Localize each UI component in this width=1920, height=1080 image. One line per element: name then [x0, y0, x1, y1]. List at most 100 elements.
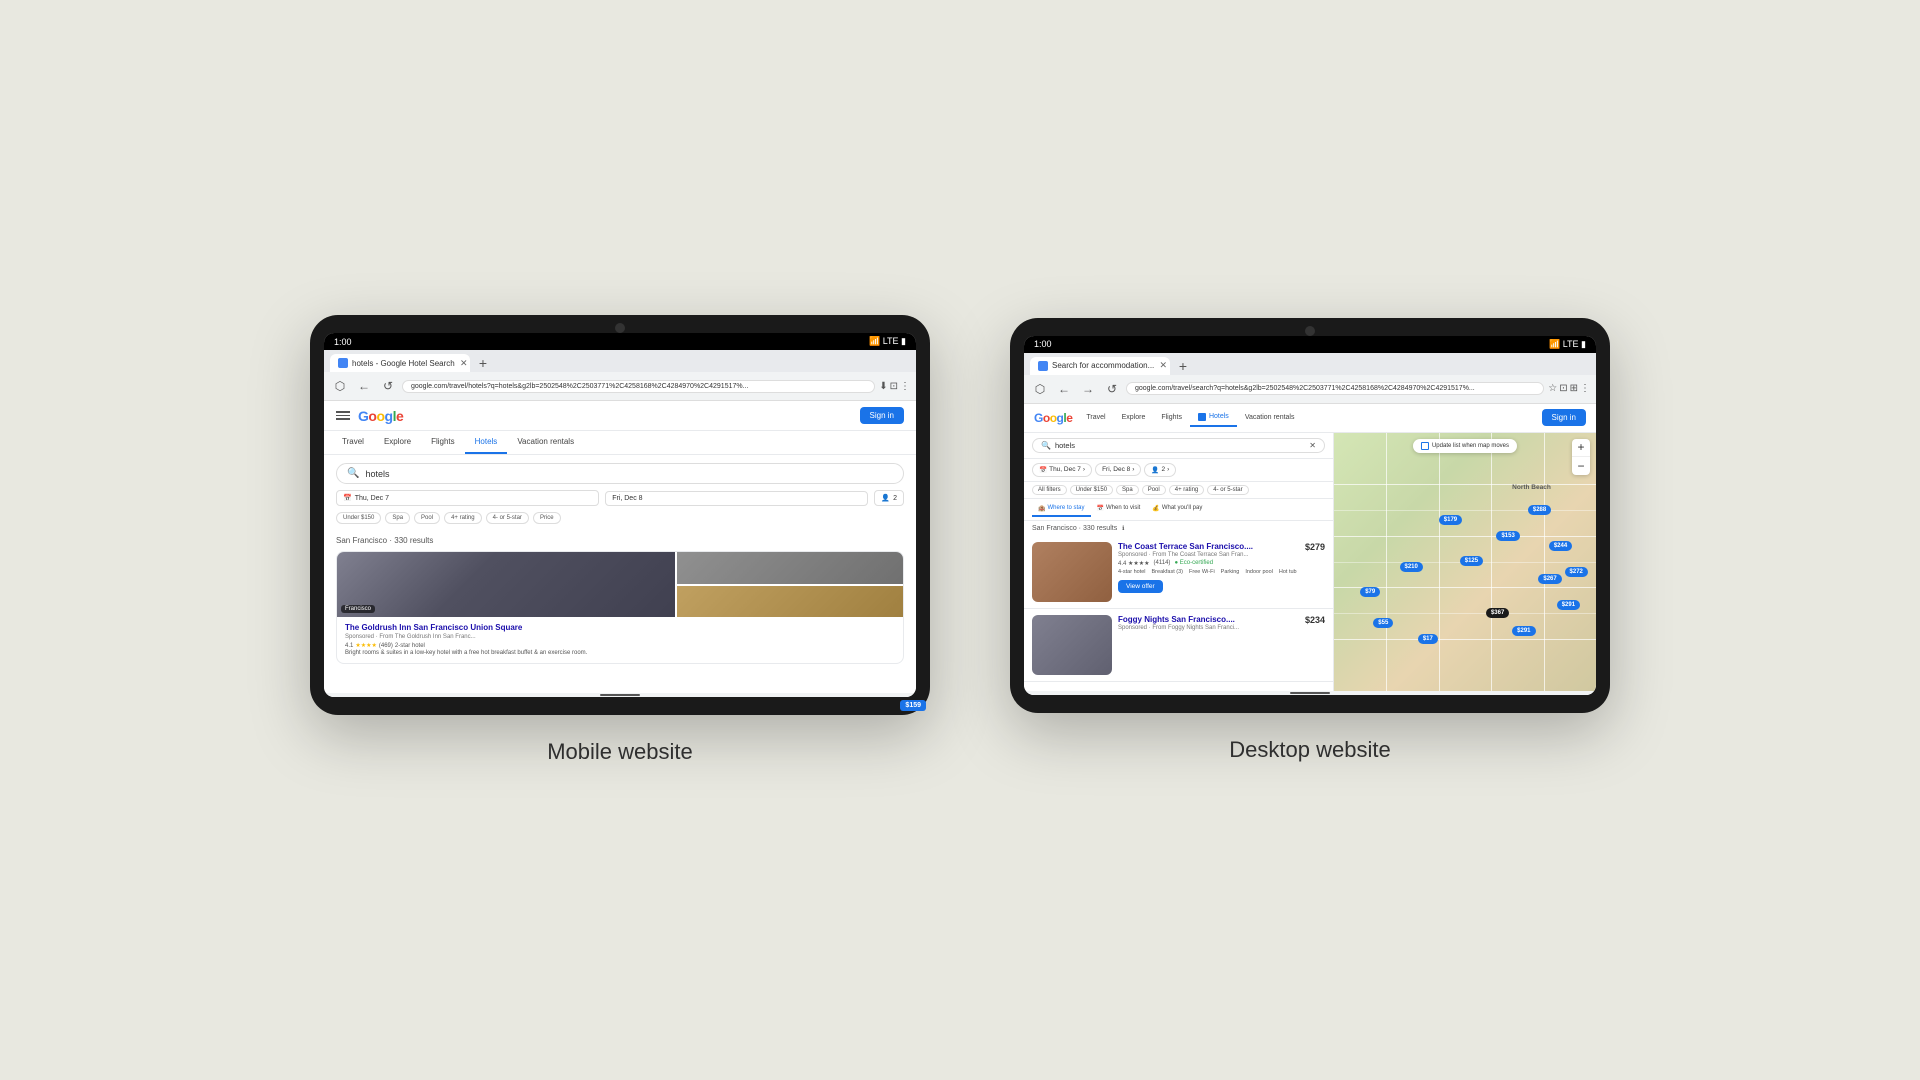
mobile-city-label: Francisco: [341, 605, 375, 613]
map-update-bar[interactable]: Update list when map moves: [1413, 439, 1517, 453]
mobile-nav-back[interactable]: ⬡: [330, 376, 350, 396]
desktop-search-bar[interactable]: 🔍 hotels ✕: [1032, 438, 1325, 453]
desktop-hotel-eco-1: ● Eco-certified: [1174, 560, 1213, 567]
desktop-guests-chevron: ›: [1167, 466, 1169, 473]
map-update-text: Update list when map moves: [1432, 443, 1509, 449]
mobile-tab-vacation[interactable]: Vacation rentals: [507, 431, 584, 454]
desktop-clear-icon[interactable]: ✕: [1309, 441, 1316, 450]
desktop-filter-all[interactable]: All filters: [1032, 485, 1067, 495]
mobile-date-to[interactable]: Fri, Dec 8: [605, 491, 868, 506]
mobile-nav-tabs: Travel Explore Flights Hotels Vacation r…: [324, 431, 916, 455]
map-pin-55[interactable]: $55: [1373, 618, 1393, 628]
map-pin-153[interactable]: $153: [1496, 531, 1519, 541]
map-pin-125[interactable]: $125: [1460, 556, 1483, 566]
desktop-tab-travel[interactable]: Travel: [1078, 409, 1113, 427]
desktop-where-stay[interactable]: 🏨 Where to stay: [1032, 502, 1091, 517]
mobile-date-from[interactable]: 📅 Thu, Dec 7: [336, 490, 599, 506]
map-pin-17[interactable]: $17: [1418, 634, 1438, 644]
desktop-what-pay[interactable]: 💰 What you'll pay: [1146, 502, 1208, 517]
desktop-new-tab[interactable]: +: [1174, 357, 1192, 375]
mobile-search-input-bar[interactable]: 🔍 hotels: [336, 463, 904, 484]
desktop-results-text: San Francisco · 330 results: [1032, 525, 1117, 532]
desktop-cal-icon-from: 📅: [1039, 466, 1047, 474]
desktop-bed-icon: 🏨: [1038, 505, 1045, 512]
mobile-signal: 📶 LTE ▮: [869, 336, 906, 347]
desktop-filter-pool[interactable]: Pool: [1142, 485, 1166, 495]
mobile-sign-in-button[interactable]: Sign in: [860, 407, 904, 424]
map-pin-267[interactable]: $267: [1538, 574, 1561, 584]
desktop-guests-icon: 👤: [1151, 466, 1159, 474]
desktop-active-tab[interactable]: Search for accommodation... ✕: [1030, 357, 1170, 375]
mobile-guests-btn[interactable]: 👤 2: [874, 490, 904, 506]
mobile-tablet-frame: 1:00 📶 LTE ▮ hotels - Google Hotel Searc…: [310, 315, 930, 715]
mobile-tab-travel[interactable]: Travel: [332, 431, 374, 454]
mobile-filter-spa[interactable]: Spa: [385, 512, 410, 524]
mobile-filter-price2[interactable]: Price: [533, 512, 561, 524]
mobile-filter-rating[interactable]: 4+ rating: [444, 512, 482, 524]
desktop-nav-refresh[interactable]: ↺: [1102, 379, 1122, 399]
desktop-when-visit[interactable]: 📅 When to visit: [1091, 502, 1147, 517]
mobile-hamburger-menu[interactable]: [336, 411, 350, 420]
desktop-nav-forward[interactable]: →: [1078, 379, 1098, 399]
desktop-google-logo: Google: [1034, 411, 1072, 425]
mobile-hotel-name[interactable]: The Goldrush Inn San Francisco Union Squ…: [345, 623, 895, 632]
mobile-results-section: San Francisco · 330 results Francisco: [324, 532, 916, 693]
desktop-menu-icon[interactable]: ⋮: [1580, 383, 1590, 394]
desktop-tab-explore[interactable]: Explore: [1114, 409, 1154, 427]
mobile-tab-close[interactable]: ✕: [459, 358, 469, 368]
desktop-tab-flights[interactable]: Flights: [1153, 409, 1190, 427]
desktop-nav-back[interactable]: ←: [1054, 379, 1074, 399]
desktop-tab-hotels[interactable]: Hotels: [1190, 409, 1237, 427]
mobile-address-bar[interactable]: google.com/travel/hotels?q=hotels&g2lb=2…: [402, 380, 875, 393]
mobile-nav-forward[interactable]: ←: [354, 376, 374, 396]
desktop-filter-star[interactable]: 4- or 5-star: [1207, 485, 1248, 495]
desktop-filter-spa[interactable]: Spa: [1116, 485, 1139, 495]
desktop-date-from-chevron: ›: [1083, 466, 1085, 473]
map-zoom-out[interactable]: −: [1572, 457, 1590, 475]
map-pin-272[interactable]: $272: [1565, 567, 1588, 577]
mobile-nav-refresh[interactable]: ↺: [378, 376, 398, 396]
desktop-tab-close[interactable]: ✕: [1158, 361, 1168, 371]
mobile-filter-price[interactable]: Under $150: [336, 512, 381, 524]
mobile-filter-pool[interactable]: Pool: [414, 512, 440, 524]
desktop-guests-btn[interactable]: 👤 2 ›: [1144, 463, 1176, 477]
mobile-calendar-icon-from: 📅: [343, 494, 352, 502]
mobile-tab-flights[interactable]: Flights: [421, 431, 465, 454]
desktop-guests-count: 2: [1162, 466, 1166, 473]
mobile-hotel-info: The Goldrush Inn San Francisco Union Squ…: [337, 617, 903, 663]
mobile-active-tab[interactable]: hotels - Google Hotel Search ✕: [330, 354, 470, 372]
mobile-filter-star[interactable]: 4- or 5-star: [486, 512, 529, 524]
desktop-hotel-card-2[interactable]: Foggy Nights San Francisco.... Sponsored…: [1024, 609, 1333, 682]
desktop-nav-home[interactable]: ⬡: [1030, 379, 1050, 399]
map-pin-288[interactable]: $288: [1528, 505, 1551, 515]
mobile-new-tab[interactable]: +: [474, 354, 492, 372]
map-pin-79[interactable]: $79: [1360, 587, 1380, 597]
mobile-menu-icon[interactable]: ⋮: [900, 381, 910, 392]
map-pin-367[interactable]: $367: [1486, 608, 1509, 618]
desktop-filter-rating[interactable]: 4+ rating: [1169, 485, 1205, 495]
desktop-sign-in-button[interactable]: Sign in: [1542, 409, 1586, 426]
desktop-map[interactable]: Update list when map moves + − $153 $288…: [1334, 433, 1596, 691]
mobile-hotel-sponsored: Sponsored · From The Goldrush Inn San Fr…: [345, 634, 895, 640]
map-pin-291[interactable]: $291: [1557, 600, 1580, 610]
desktop-google-header: Google Travel Explore Flights Hotels Vac…: [1024, 404, 1596, 433]
desktop-date-from[interactable]: 📅 Thu, Dec 7 ›: [1032, 463, 1092, 477]
desktop-view-offer-btn-1[interactable]: View offer: [1118, 580, 1163, 593]
desktop-hotel-name-2[interactable]: Foggy Nights San Francisco....: [1118, 615, 1299, 624]
mobile-hotel-img-main: Francisco: [337, 552, 675, 617]
desktop-hotel-sponsored-1: Sponsored · From The Coast Terrace San F…: [1118, 552, 1299, 558]
desktop-tab-vacation[interactable]: Vacation rentals: [1237, 409, 1303, 427]
desktop-address-bar[interactable]: google.com/travel/search?q=hotels&g2lb=2…: [1126, 382, 1544, 395]
map-pin-210[interactable]: $210: [1400, 562, 1423, 572]
desktop-date-to[interactable]: Fri, Dec 8 ›: [1095, 463, 1141, 476]
desktop-hotel-card-1[interactable]: The Coast Terrace San Francisco.... Spon…: [1024, 536, 1333, 609]
map-pin-179[interactable]: $179: [1439, 515, 1462, 525]
desktop-hotel-name-1[interactable]: The Coast Terrace San Francisco....: [1118, 542, 1299, 551]
mobile-tab-explore[interactable]: Explore: [374, 431, 421, 454]
map-zoom-in[interactable]: +: [1572, 439, 1590, 457]
map-pin-291b[interactable]: $291: [1512, 626, 1535, 636]
mobile-tab-hotels[interactable]: Hotels: [465, 431, 508, 454]
map-pin-244[interactable]: $244: [1549, 541, 1572, 551]
mobile-hotel-card[interactable]: Francisco $159: [336, 551, 904, 664]
desktop-filter-price[interactable]: Under $150: [1070, 485, 1113, 495]
